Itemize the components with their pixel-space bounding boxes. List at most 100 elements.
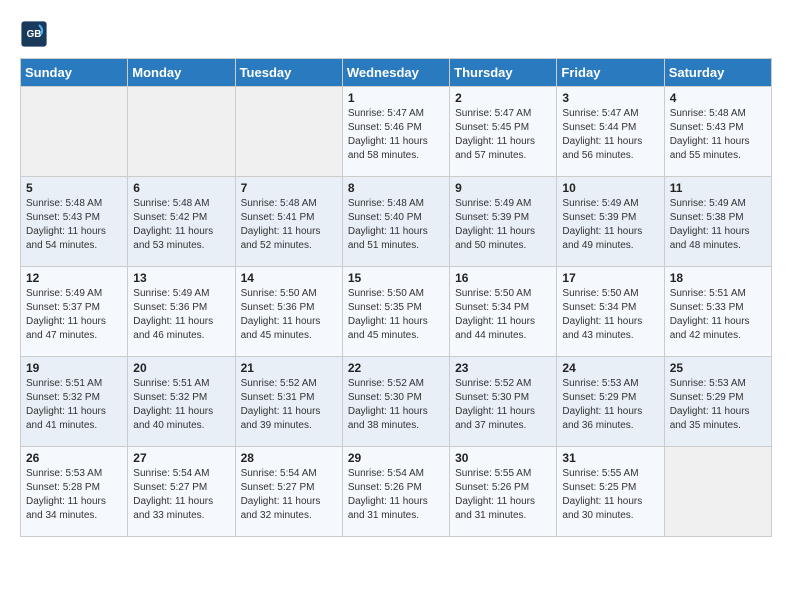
day-number: 10 [562, 181, 658, 195]
calendar-cell: 14 Sunrise: 5:50 AM Sunset: 5:36 PM Dayli… [235, 267, 342, 357]
day-number: 23 [455, 361, 551, 375]
day-info: Sunrise: 5:53 AM Sunset: 5:28 PM Dayligh… [26, 467, 122, 523]
col-header-saturday: Saturday [664, 59, 771, 87]
calendar-cell: 25Sunrise: 5:53 AM Sunset: 5:29 PM Dayli… [664, 357, 771, 447]
day-info: Sunrise: 5:54 AM Sunset: 5:26 PM Dayligh… [348, 467, 444, 523]
day-info: Sunrise: 5:47 AM Sunset: 5:46 PM Dayligh… [348, 107, 444, 163]
calendar-cell: 22 Sunrise: 5:52 AM Sunset: 5:30 PM Dayli… [342, 357, 449, 447]
day-number: 4 [670, 91, 766, 105]
calendar-cell: 23 Sunrise: 5:52 AM Sunset: 5:30 PM Dayli… [450, 357, 557, 447]
calendar-cell: 26 Sunrise: 5:53 AM Sunset: 5:28 PM Dayli… [21, 447, 128, 537]
day-info: Sunrise: 5:49 AM Sunset: 5:37 PM Dayligh… [26, 287, 122, 343]
calendar-cell: 12 Sunrise: 5:49 AM Sunset: 5:37 PM Dayli… [21, 267, 128, 357]
calendar-week-5: 26 Sunrise: 5:53 AM Sunset: 5:28 PM Dayli… [21, 447, 772, 537]
day-number: 31 [562, 451, 658, 465]
day-number: 17 [562, 271, 658, 285]
calendar-table: SundayMondayTuesdayWednesdayThursdayFrid… [20, 58, 772, 537]
day-info: Sunrise: 5:52 AM Sunset: 5:30 PM Dayligh… [455, 377, 551, 433]
day-number: 5 [26, 181, 122, 195]
col-header-wednesday: Wednesday [342, 59, 449, 87]
day-number: 24 [562, 361, 658, 375]
day-info: Sunrise: 5:48 AM Sunset: 5:41 PM Dayligh… [241, 197, 337, 253]
calendar-cell: 7 Sunrise: 5:48 AM Sunset: 5:41 PM Daylig… [235, 177, 342, 267]
calendar-cell: 11 Sunrise: 5:49 AM Sunset: 5:38 PM Dayli… [664, 177, 771, 267]
day-number: 20 [133, 361, 229, 375]
calendar-cell: 16 Sunrise: 5:50 AM Sunset: 5:34 PM Dayli… [450, 267, 557, 357]
calendar-week-3: 12 Sunrise: 5:49 AM Sunset: 5:37 PM Dayli… [21, 267, 772, 357]
day-number: 30 [455, 451, 551, 465]
calendar-cell [235, 87, 342, 177]
day-info: Sunrise: 5:48 AM Sunset: 5:40 PM Dayligh… [348, 197, 444, 253]
day-number: 11 [670, 181, 766, 195]
day-info: Sunrise: 5:51 AM Sunset: 5:32 PM Dayligh… [133, 377, 229, 433]
day-info: Sunrise: 5:49 AM Sunset: 5:38 PM Dayligh… [670, 197, 766, 253]
calendar-cell: 20 Sunrise: 5:51 AM Sunset: 5:32 PM Dayli… [128, 357, 235, 447]
day-number: 21 [241, 361, 337, 375]
day-number: 25 [670, 361, 766, 375]
calendar-cell: 31Sunrise: 5:55 AM Sunset: 5:25 PM Dayli… [557, 447, 664, 537]
day-number: 15 [348, 271, 444, 285]
calendar-header-row: SundayMondayTuesdayWednesdayThursdayFrid… [21, 59, 772, 87]
day-number: 6 [133, 181, 229, 195]
calendar-cell: 10 Sunrise: 5:49 AM Sunset: 5:39 PM Dayli… [557, 177, 664, 267]
day-number: 7 [241, 181, 337, 195]
calendar-cell: 29Sunrise: 5:54 AM Sunset: 5:26 PM Dayli… [342, 447, 449, 537]
day-info: Sunrise: 5:51 AM Sunset: 5:33 PM Dayligh… [670, 287, 766, 343]
day-number: 13 [133, 271, 229, 285]
day-info: Sunrise: 5:49 AM Sunset: 5:39 PM Dayligh… [562, 197, 658, 253]
day-info: Sunrise: 5:55 AM Sunset: 5:26 PM Dayligh… [455, 467, 551, 523]
calendar-cell: 8 Sunrise: 5:48 AM Sunset: 5:40 PM Daylig… [342, 177, 449, 267]
calendar-cell [21, 87, 128, 177]
calendar-week-2: 5 Sunrise: 5:48 AM Sunset: 5:43 PM Daylig… [21, 177, 772, 267]
day-info: Sunrise: 5:50 AM Sunset: 5:36 PM Dayligh… [241, 287, 337, 343]
day-number: 18 [670, 271, 766, 285]
day-info: Sunrise: 5:48 AM Sunset: 5:43 PM Dayligh… [26, 197, 122, 253]
day-info: Sunrise: 5:47 AM Sunset: 5:45 PM Dayligh… [455, 107, 551, 163]
day-number: 12 [26, 271, 122, 285]
calendar-cell [664, 447, 771, 537]
day-info: Sunrise: 5:49 AM Sunset: 5:36 PM Dayligh… [133, 287, 229, 343]
day-number: 16 [455, 271, 551, 285]
day-info: Sunrise: 5:54 AM Sunset: 5:27 PM Dayligh… [133, 467, 229, 523]
calendar-cell: 17 Sunrise: 5:50 AM Sunset: 5:34 PM Dayli… [557, 267, 664, 357]
page-header: GB [20, 20, 772, 48]
calendar-cell: 5 Sunrise: 5:48 AM Sunset: 5:43 PM Daylig… [21, 177, 128, 267]
col-header-monday: Monday [128, 59, 235, 87]
day-number: 27 [133, 451, 229, 465]
day-number: 1 [348, 91, 444, 105]
col-header-thursday: Thursday [450, 59, 557, 87]
day-number: 8 [348, 181, 444, 195]
calendar-cell [128, 87, 235, 177]
day-info: Sunrise: 5:52 AM Sunset: 5:30 PM Dayligh… [348, 377, 444, 433]
day-info: Sunrise: 5:53 AM Sunset: 5:29 PM Dayligh… [562, 377, 658, 433]
day-info: Sunrise: 5:50 AM Sunset: 5:34 PM Dayligh… [562, 287, 658, 343]
calendar-cell: 27 Sunrise: 5:54 AM Sunset: 5:27 PM Dayli… [128, 447, 235, 537]
calendar-cell: 18 Sunrise: 5:51 AM Sunset: 5:33 PM Dayli… [664, 267, 771, 357]
calendar-cell: 4 Sunrise: 5:48 AM Sunset: 5:43 PM Daylig… [664, 87, 771, 177]
day-number: 22 [348, 361, 444, 375]
logo-icon: GB [20, 20, 48, 48]
day-info: Sunrise: 5:50 AM Sunset: 5:34 PM Dayligh… [455, 287, 551, 343]
calendar-cell: 6 Sunrise: 5:48 AM Sunset: 5:42 PM Daylig… [128, 177, 235, 267]
day-info: Sunrise: 5:50 AM Sunset: 5:35 PM Dayligh… [348, 287, 444, 343]
calendar-cell: 3Sunrise: 5:47 AM Sunset: 5:44 PM Daylig… [557, 87, 664, 177]
day-info: Sunrise: 5:47 AM Sunset: 5:44 PM Dayligh… [562, 107, 658, 163]
calendar-cell: 15 Sunrise: 5:50 AM Sunset: 5:35 PM Dayli… [342, 267, 449, 357]
calendar-cell: 21 Sunrise: 5:52 AM Sunset: 5:31 PM Dayli… [235, 357, 342, 447]
day-number: 28 [241, 451, 337, 465]
col-header-friday: Friday [557, 59, 664, 87]
day-info: Sunrise: 5:52 AM Sunset: 5:31 PM Dayligh… [241, 377, 337, 433]
calendar-cell: 13 Sunrise: 5:49 AM Sunset: 5:36 PM Dayli… [128, 267, 235, 357]
day-number: 26 [26, 451, 122, 465]
logo: GB [20, 20, 52, 48]
calendar-cell: 28Sunrise: 5:54 AM Sunset: 5:27 PM Dayli… [235, 447, 342, 537]
day-info: Sunrise: 5:48 AM Sunset: 5:43 PM Dayligh… [670, 107, 766, 163]
day-info: Sunrise: 5:48 AM Sunset: 5:42 PM Dayligh… [133, 197, 229, 253]
col-header-tuesday: Tuesday [235, 59, 342, 87]
calendar-cell: 1 Sunrise: 5:47 AM Sunset: 5:46 PM Daylig… [342, 87, 449, 177]
day-number: 19 [26, 361, 122, 375]
day-number: 14 [241, 271, 337, 285]
day-number: 9 [455, 181, 551, 195]
svg-text:GB: GB [27, 29, 42, 40]
calendar-cell: 19Sunrise: 5:51 AM Sunset: 5:32 PM Dayli… [21, 357, 128, 447]
